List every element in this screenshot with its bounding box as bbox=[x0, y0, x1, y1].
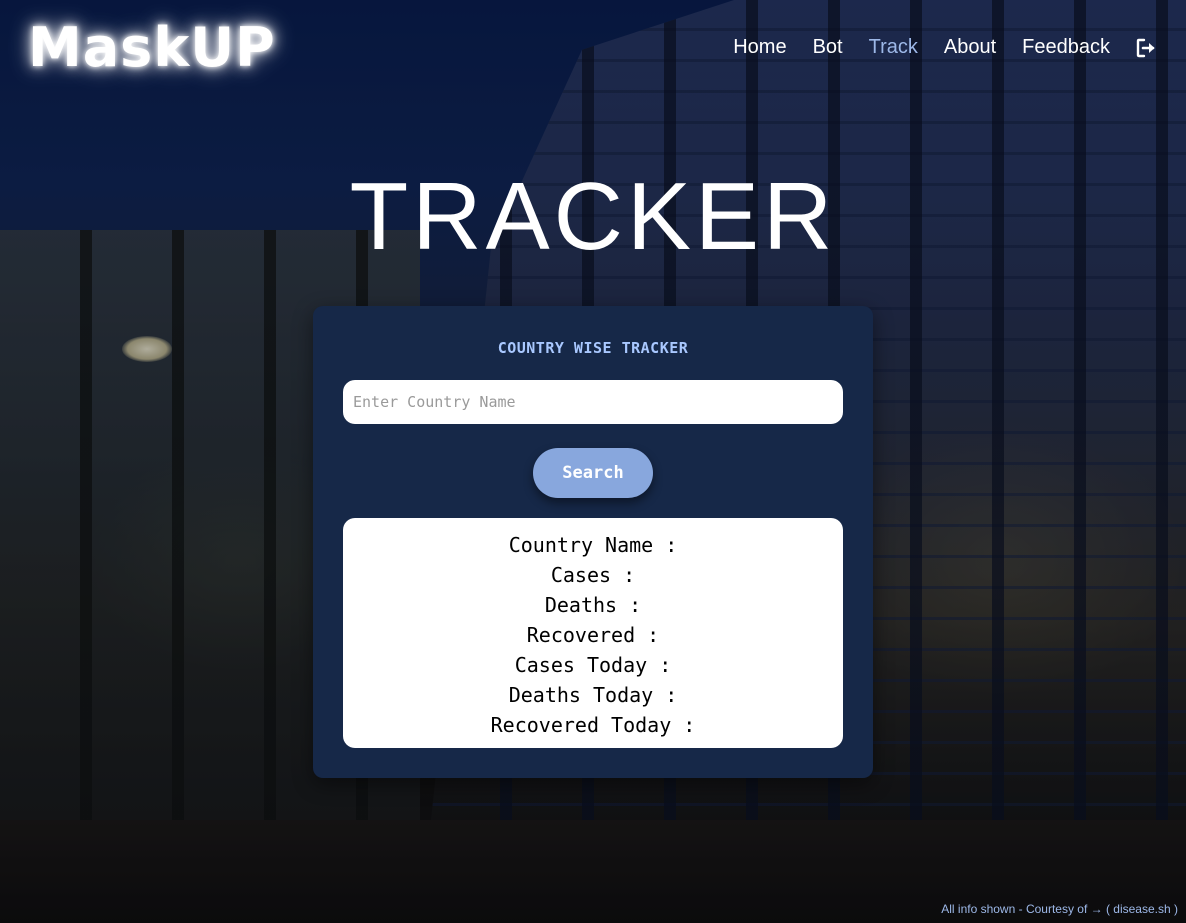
tracker-card: COUNTRY WISE TRACKER Search Country Name… bbox=[313, 306, 873, 778]
main-nav: Home Bot Track About Feedback bbox=[707, 36, 1158, 59]
sign-out-icon[interactable] bbox=[1136, 37, 1158, 59]
nav-item-bot[interactable]: Bot bbox=[813, 36, 843, 59]
results-panel: Country Name : Cases : Deaths : Recovere… bbox=[343, 518, 843, 748]
result-deaths: Deaths : bbox=[544, 593, 642, 617]
nav-item-about[interactable]: About bbox=[944, 36, 996, 59]
nav-item-feedback[interactable]: Feedback bbox=[1022, 36, 1110, 59]
country-search-input[interactable] bbox=[343, 380, 843, 424]
result-deaths-today: Deaths Today : bbox=[508, 683, 678, 707]
brand-logo[interactable]: MaskUP bbox=[28, 16, 276, 79]
footer-credit: All info shown - Courtesy of → ( disease… bbox=[941, 902, 1178, 916]
result-recovered-today: Recovered Today : bbox=[490, 713, 696, 737]
page-title: TRACKER bbox=[349, 163, 837, 270]
tracker-heading: COUNTRY WISE TRACKER bbox=[497, 339, 689, 357]
result-country-name: Country Name : bbox=[508, 533, 678, 557]
result-cases: Cases : bbox=[550, 563, 636, 587]
nav-item-home[interactable]: Home bbox=[733, 36, 786, 59]
nav-item-track[interactable]: Track bbox=[869, 36, 918, 59]
search-button[interactable]: Search bbox=[533, 448, 653, 498]
result-recovered: Recovered : bbox=[526, 623, 660, 647]
result-cases-today: Cases Today : bbox=[514, 653, 672, 677]
